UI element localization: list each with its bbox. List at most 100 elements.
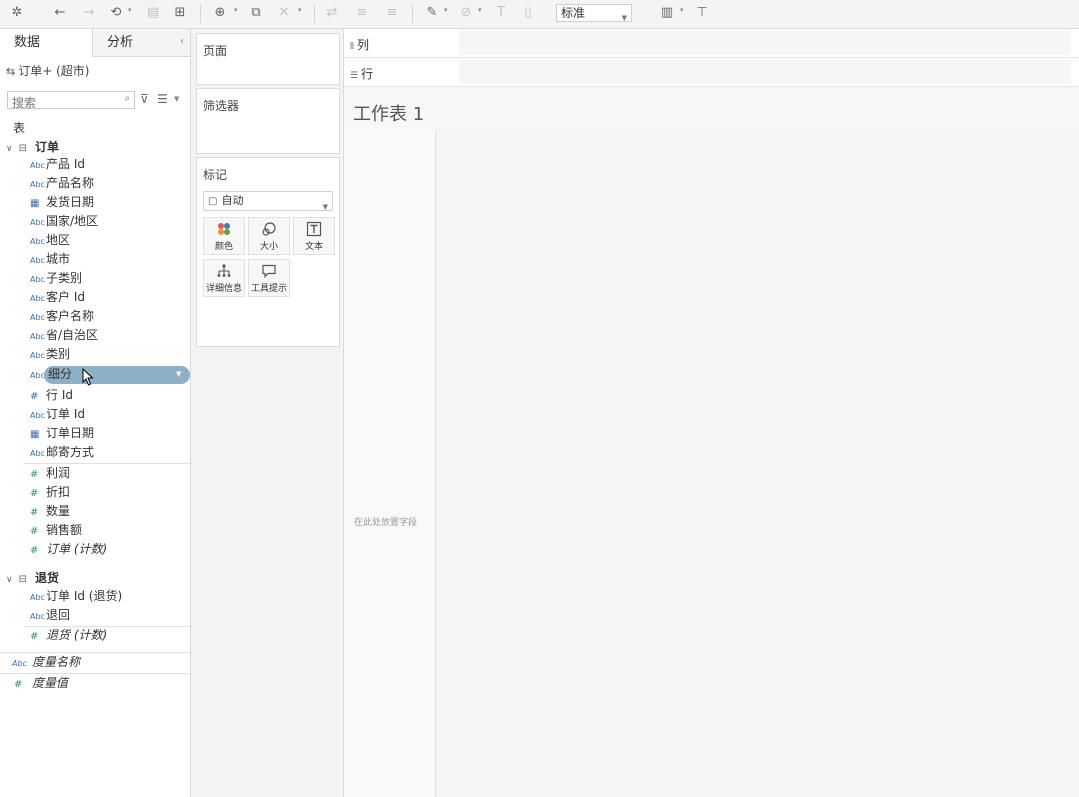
size-button[interactable]: 大小 xyxy=(248,217,290,255)
labels-icon[interactable]: T xyxy=(493,5,509,21)
measure-values-item[interactable]: # 度量值 xyxy=(14,674,68,693)
measure-item[interactable]: # 订单 (计数) xyxy=(30,540,107,559)
field-item[interactable]: Abc类别 xyxy=(30,345,70,364)
highlight-icon[interactable]: ✎ xyxy=(424,5,440,21)
sheet-title[interactable]: 工作表 1 xyxy=(353,100,424,126)
detail-label: 详细信息 xyxy=(205,284,242,294)
measure-type-icon: # xyxy=(30,631,39,642)
show-cards-icon[interactable]: ▥ xyxy=(658,5,676,21)
show-cards-caret-icon[interactable]: ▾ xyxy=(680,6,684,14)
rows-shelf[interactable]: ☰ 行 xyxy=(344,58,1079,87)
group-icon[interactable]: ⊘ xyxy=(458,5,474,21)
tab-analytics[interactable]: 分析 xyxy=(93,29,190,56)
mark-type-select[interactable]: ▢ 自动 ▼ xyxy=(203,191,333,211)
refresh-icon[interactable]: ⟲ xyxy=(108,5,124,21)
field-label: 度量名称 xyxy=(32,655,81,669)
chevron-down-icon[interactable]: ▼ xyxy=(174,95,179,103)
undo-icon[interactable]: ← xyxy=(52,5,68,21)
field-item[interactable]: # 行 Id xyxy=(30,386,73,405)
color-icon xyxy=(204,221,244,239)
string-type-icon: Abc xyxy=(30,351,45,360)
string-type-icon: Abc xyxy=(30,256,45,265)
search-box[interactable]: ⌕ xyxy=(7,91,135,111)
color-button[interactable]: 颜色 xyxy=(203,217,245,255)
field-item[interactable]: Abc城市 xyxy=(30,250,70,269)
save-icon[interactable]: ▤ xyxy=(145,5,161,21)
sort-asc-icon[interactable]: ≡ xyxy=(354,5,370,21)
presentation-icon[interactable]: ⊤ xyxy=(694,5,710,21)
field-item-selected[interactable]: Abc 细分 xyxy=(30,365,72,384)
columns-drop-area[interactable] xyxy=(459,31,1071,55)
field-item[interactable]: Abc邮寄方式 xyxy=(30,443,94,462)
tableau-logo-icon[interactable]: ✲ xyxy=(9,5,25,21)
new-worksheet-caret-icon[interactable]: ▾ xyxy=(234,6,238,14)
string-type-icon: Abc xyxy=(30,371,45,380)
list-view-icon[interactable]: ☰ xyxy=(157,92,168,106)
field-item[interactable]: Abc订单 Id (退货) xyxy=(30,587,122,606)
field-label: 客户 Id xyxy=(46,290,85,304)
filters-card[interactable]: 筛选器 xyxy=(196,88,340,154)
drop-field-hint: 在此处放置字段 xyxy=(354,518,418,528)
field-item[interactable]: Abc国家/地区 xyxy=(30,212,98,231)
chevron-down-icon[interactable]: ▼ xyxy=(176,370,181,378)
chevron-down-icon[interactable]: ∨ xyxy=(6,575,13,585)
rows-icon: ☰ xyxy=(350,71,359,81)
string-type-icon: Abc xyxy=(30,180,45,189)
measure-item[interactable]: # 销售额 xyxy=(30,521,82,540)
clear-sheet-icon[interactable]: ✕ xyxy=(276,5,292,21)
new-worksheet-icon[interactable]: ⊕ xyxy=(212,5,228,21)
detail-button[interactable]: 详细信息 xyxy=(203,259,245,297)
filters-title: 筛选器 xyxy=(203,99,240,113)
highlight-caret-icon[interactable]: ▾ xyxy=(444,6,448,14)
field-item[interactable]: Abc客户 Id xyxy=(30,288,85,307)
string-type-icon: Abc xyxy=(30,313,45,322)
table-group-orders[interactable]: ∨ ⊟ 订单 xyxy=(6,138,59,155)
redo-icon[interactable]: → xyxy=(81,5,97,21)
measure-item[interactable]: # 折扣 xyxy=(30,483,70,502)
tab-data[interactable]: 数据 xyxy=(0,29,93,57)
text-button[interactable]: 文本 xyxy=(293,217,335,255)
mark-type-value: 自动 xyxy=(221,194,244,207)
field-item[interactable]: ▦ 订单日期 xyxy=(30,424,94,443)
string-type-icon: Abc xyxy=(30,294,45,303)
datasource-item[interactable]: ⇆ 订单+ (超市) xyxy=(6,62,89,79)
clear-sheet-caret-icon[interactable]: ▾ xyxy=(298,6,302,14)
measure-item[interactable]: # 退货 (计数) xyxy=(30,626,107,645)
string-type-icon: Abc xyxy=(30,593,45,602)
field-item[interactable]: Abc省/自治区 xyxy=(30,326,98,345)
pages-title: 页面 xyxy=(203,44,228,58)
columns-icon: ⦀ xyxy=(350,42,354,52)
view-drop-area[interactable] xyxy=(436,130,1079,797)
rows-drop-area[interactable] xyxy=(459,60,1071,84)
field-item[interactable]: Abc订单 Id xyxy=(30,405,85,424)
field-label: 国家/地区 xyxy=(46,214,99,228)
field-item[interactable]: Abc地区 xyxy=(30,231,70,250)
search-input[interactable] xyxy=(8,95,112,111)
columns-shelf[interactable]: ⦀ 列 xyxy=(344,29,1079,58)
field-item[interactable]: Abc退回 xyxy=(30,606,70,625)
sort-desc-icon[interactable]: ≡ xyxy=(384,5,400,21)
field-item[interactable]: Abc产品 Id xyxy=(30,155,85,174)
duplicate-sheet-icon[interactable]: ⧉ xyxy=(248,5,264,21)
chevron-down-icon[interactable]: ∨ xyxy=(6,144,13,154)
field-item[interactable]: Abc客户名称 xyxy=(30,307,94,326)
measure-item[interactable]: # 利润 xyxy=(30,464,70,483)
tooltip-button[interactable]: 工具提示 xyxy=(248,259,290,297)
measure-names-item[interactable]: Abc 度量名称 xyxy=(12,653,80,672)
field-item[interactable]: Abc子类别 xyxy=(30,269,82,288)
filter-icon[interactable]: ⊽ xyxy=(140,92,149,106)
measure-item[interactable]: # 数量 xyxy=(30,502,70,521)
table-group-returns[interactable]: ∨ ⊟ 退货 xyxy=(6,569,59,586)
refresh-caret-icon[interactable]: ▾ xyxy=(128,6,132,14)
field-label: 细分 xyxy=(48,367,73,381)
group-caret-icon[interactable]: ▾ xyxy=(478,6,482,14)
swap-icon[interactable]: ⇄ xyxy=(324,5,340,21)
field-item[interactable]: ▦ 发货日期 xyxy=(30,193,94,212)
fit-select[interactable]: 标准 ▼ xyxy=(556,4,632,22)
row-header-drop-zone[interactable]: 在此处放置字段 xyxy=(344,130,436,797)
collapse-pane-icon[interactable]: ‹ xyxy=(180,36,184,47)
field-item[interactable]: Abc产品名称 xyxy=(30,174,94,193)
new-datasource-icon[interactable]: ⊞ xyxy=(172,5,188,21)
pages-card[interactable]: 页面 xyxy=(196,33,340,85)
fix-axes-icon[interactable]: ▯ xyxy=(520,5,536,21)
